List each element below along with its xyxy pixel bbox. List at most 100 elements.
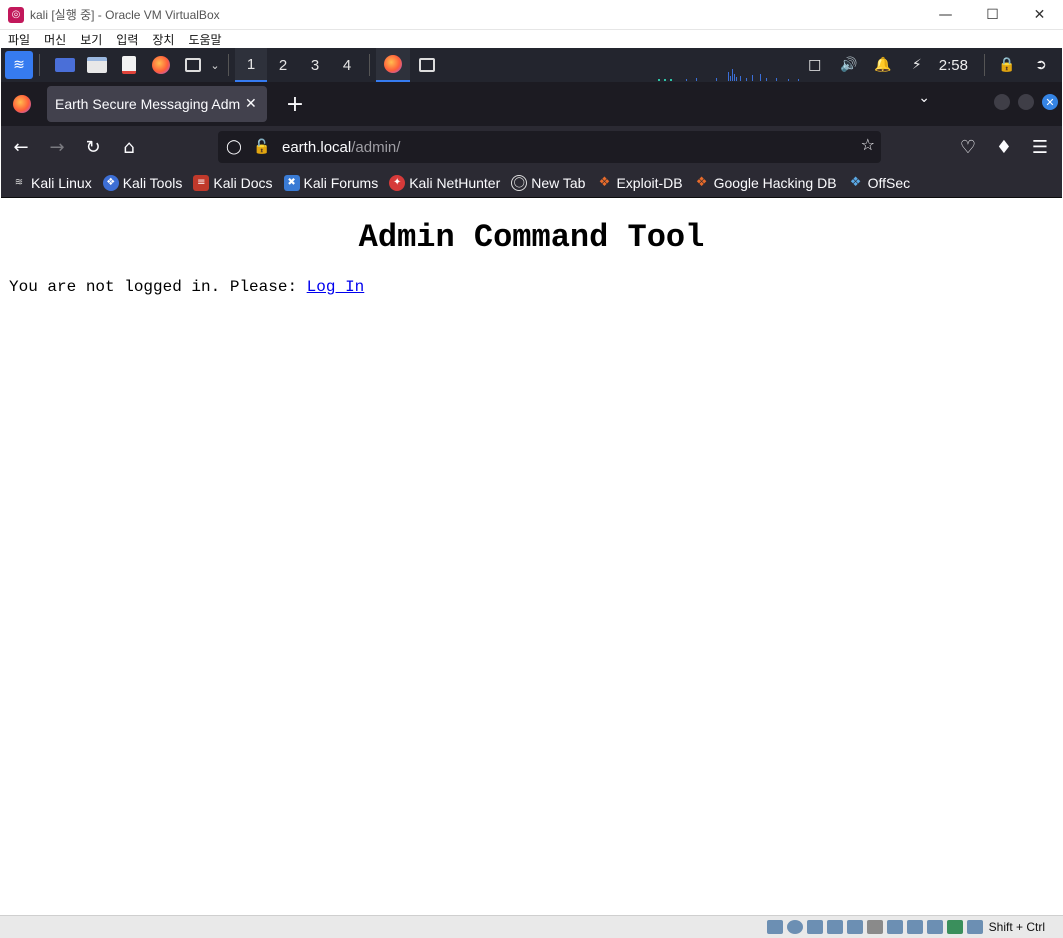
insecure-lock-icon[interactable]: 🔓 bbox=[250, 135, 274, 159]
bookmark-exploit-db[interactable]: ❖ Exploit-DB bbox=[596, 175, 683, 191]
firefox-icon bbox=[384, 55, 402, 73]
hamburger-menu-icon[interactable]: ☰ bbox=[1024, 131, 1056, 163]
login-message-text: You are not logged in. Please: bbox=[9, 278, 307, 296]
text-editor-icon[interactable] bbox=[116, 52, 142, 78]
reload-icon[interactable]: ↻ bbox=[77, 131, 109, 163]
logout-icon[interactable]: ➲ bbox=[1029, 53, 1053, 77]
hard-disk-icon[interactable] bbox=[766, 920, 783, 934]
vbox-menubar: 파일 머신 보기 입력 장치 도움말 bbox=[0, 30, 1063, 48]
bookmark-star-icon[interactable]: ☆ bbox=[861, 135, 875, 154]
page-heading: Admin Command Tool bbox=[358, 219, 705, 256]
home-icon[interactable]: ⌂ bbox=[113, 131, 145, 163]
tab-close-icon[interactable]: ✕ bbox=[245, 96, 257, 112]
bookmark-kali-docs[interactable]: ≡ Kali Docs bbox=[193, 174, 273, 191]
firefox-tabstrip: Earth Secure Messaging Admin ✕ + ⌄ ✕ bbox=[1, 82, 1062, 126]
shared-folders-icon[interactable] bbox=[866, 920, 883, 934]
terminal-icon bbox=[419, 58, 435, 72]
menu-input[interactable]: 입력 bbox=[116, 31, 138, 48]
vbox-statusbar: Shift + Ctrl bbox=[0, 915, 1063, 938]
offsec-icon: ❖ bbox=[849, 175, 862, 190]
terminal-launcher-icon[interactable] bbox=[180, 52, 206, 78]
workspace-2[interactable]: 2 bbox=[267, 48, 299, 82]
nethunter-icon: ✦ bbox=[389, 174, 406, 191]
display-icon[interactable] bbox=[886, 920, 903, 934]
vbox-titlebar: ◎ kali [실행 중] - Oracle VM VirtualBox — ☐… bbox=[0, 0, 1063, 30]
firefox-launcher-icon[interactable] bbox=[148, 52, 174, 78]
kali-forums-icon: ✖ bbox=[283, 174, 300, 191]
list-all-tabs-chevron-icon[interactable]: ⌄ bbox=[918, 90, 930, 106]
minimize-button[interactable] bbox=[994, 94, 1010, 110]
workspace-4[interactable]: 4 bbox=[331, 48, 363, 82]
panel-clock[interactable]: 2:58 bbox=[939, 57, 968, 74]
cpu-graph bbox=[658, 69, 799, 81]
maximize-button[interactable] bbox=[1018, 94, 1034, 110]
url-bar[interactable]: ◯ 🔓 earth.local/admin/ ☆ bbox=[218, 131, 881, 163]
menu-view[interactable]: 보기 bbox=[80, 31, 102, 48]
workspace-1[interactable]: 1 bbox=[235, 48, 267, 82]
panel-separator bbox=[39, 54, 40, 76]
kali-dragon-icon: ≋ bbox=[14, 177, 24, 188]
audio-icon[interactable] bbox=[806, 920, 823, 934]
kali-tools-icon: ❖ bbox=[102, 174, 119, 191]
menu-devices[interactable]: 장치 bbox=[152, 31, 174, 48]
minimize-icon[interactable]: — bbox=[922, 0, 969, 30]
window-buttons: ✕ bbox=[986, 94, 1058, 110]
login-message: You are not logged in. Please: Log In bbox=[9, 278, 1062, 296]
bookmarks-toolbar: ≋ Kali Linux ❖ Kali Tools ≡ Kali Docs ✖ Kali… bbox=[1, 168, 1062, 198]
cpu-icon[interactable] bbox=[926, 920, 943, 934]
host-key-label: Shift + Ctrl bbox=[988, 920, 1045, 934]
window-title: kali [실행 중] - Oracle VM VirtualBox bbox=[30, 8, 220, 22]
notifications-bell-icon[interactable]: 🔔 bbox=[871, 53, 895, 77]
taskbar-terminal[interactable] bbox=[410, 48, 444, 82]
url-path: /admin/ bbox=[351, 138, 401, 156]
bookmark-kali-tools[interactable]: ❖ Kali Tools bbox=[102, 174, 182, 191]
panel-separator bbox=[369, 54, 370, 76]
firefox-view-icon[interactable] bbox=[9, 91, 35, 117]
maximize-icon[interactable]: ☐ bbox=[969, 0, 1016, 30]
url-host: earth.local bbox=[282, 138, 352, 156]
optical-drive-icon[interactable] bbox=[786, 920, 803, 934]
bookmark-kali-linux[interactable]: ≋ Kali Linux bbox=[11, 175, 92, 191]
extensions-puzzle-icon[interactable]: ♦ bbox=[988, 131, 1020, 163]
mouse-integration-icon[interactable] bbox=[946, 920, 963, 934]
bookmark-offsec[interactable]: ❖ OffSec bbox=[848, 175, 910, 191]
close-window-icon[interactable]: ✕ bbox=[1042, 94, 1058, 110]
window-controls: — ☐ ✕ bbox=[922, 0, 1063, 30]
bookmark-kali-forums[interactable]: ✖ Kali Forums bbox=[283, 174, 378, 191]
kali-docs-icon: ≡ bbox=[193, 174, 210, 191]
url-text[interactable]: earth.local/admin/ bbox=[282, 139, 400, 156]
page-content: Admin Command Tool You are not logged in… bbox=[1, 199, 1062, 915]
bookmark-new-tab[interactable]: ◯ New Tab bbox=[511, 174, 585, 191]
power-icon[interactable]: ⚡ bbox=[905, 53, 929, 77]
tab-earth-admin[interactable]: Earth Secure Messaging Admin ✕ bbox=[47, 86, 267, 122]
back-arrow-icon[interactable]: ← bbox=[5, 131, 37, 163]
network-icon[interactable]: □ bbox=[803, 53, 827, 77]
recording-icon[interactable] bbox=[906, 920, 923, 934]
taskbar-firefox[interactable] bbox=[376, 48, 410, 82]
bookmark-google-hacking-db[interactable]: ❖ Google Hacking DB bbox=[694, 175, 837, 191]
usb-icon[interactable] bbox=[846, 920, 863, 934]
menu-machine[interactable]: 머신 bbox=[44, 31, 66, 48]
close-icon[interactable]: ✕ bbox=[1016, 0, 1063, 30]
volume-icon[interactable]: 🔊 bbox=[837, 53, 861, 77]
network-adapter-icon[interactable] bbox=[826, 920, 843, 934]
tab-title: Earth Secure Messaging Admin bbox=[55, 96, 241, 112]
kali-menu-icon[interactable]: ≋ bbox=[5, 51, 33, 79]
chevron-down-icon[interactable]: ⌄ bbox=[208, 52, 222, 78]
login-link[interactable]: Log In bbox=[307, 278, 365, 296]
panel-tray: □ 🔊 🔔 ⚡ 2:58 🔒 ➲ bbox=[793, 48, 1053, 82]
show-desktop-icon[interactable] bbox=[52, 52, 78, 78]
nav-toolbar-right: ♡ ♦ ☰ bbox=[948, 131, 1056, 163]
bookmark-kali-nethunter[interactable]: ✦ Kali NetHunter bbox=[389, 174, 500, 191]
keyboard-capture-icon[interactable] bbox=[966, 920, 983, 934]
forward-arrow-icon[interactable]: → bbox=[41, 131, 73, 163]
panel-separator bbox=[228, 54, 229, 76]
workspace-3[interactable]: 3 bbox=[299, 48, 331, 82]
menu-help[interactable]: 도움말 bbox=[188, 31, 221, 48]
lock-screen-icon[interactable]: 🔒 bbox=[995, 53, 1019, 77]
pocket-icon[interactable]: ♡ bbox=[952, 131, 984, 163]
tracking-shield-icon[interactable]: ◯ bbox=[222, 135, 246, 159]
file-manager-icon[interactable] bbox=[84, 52, 110, 78]
menu-file[interactable]: 파일 bbox=[8, 31, 30, 48]
new-tab-plus-icon[interactable]: + bbox=[283, 92, 307, 117]
